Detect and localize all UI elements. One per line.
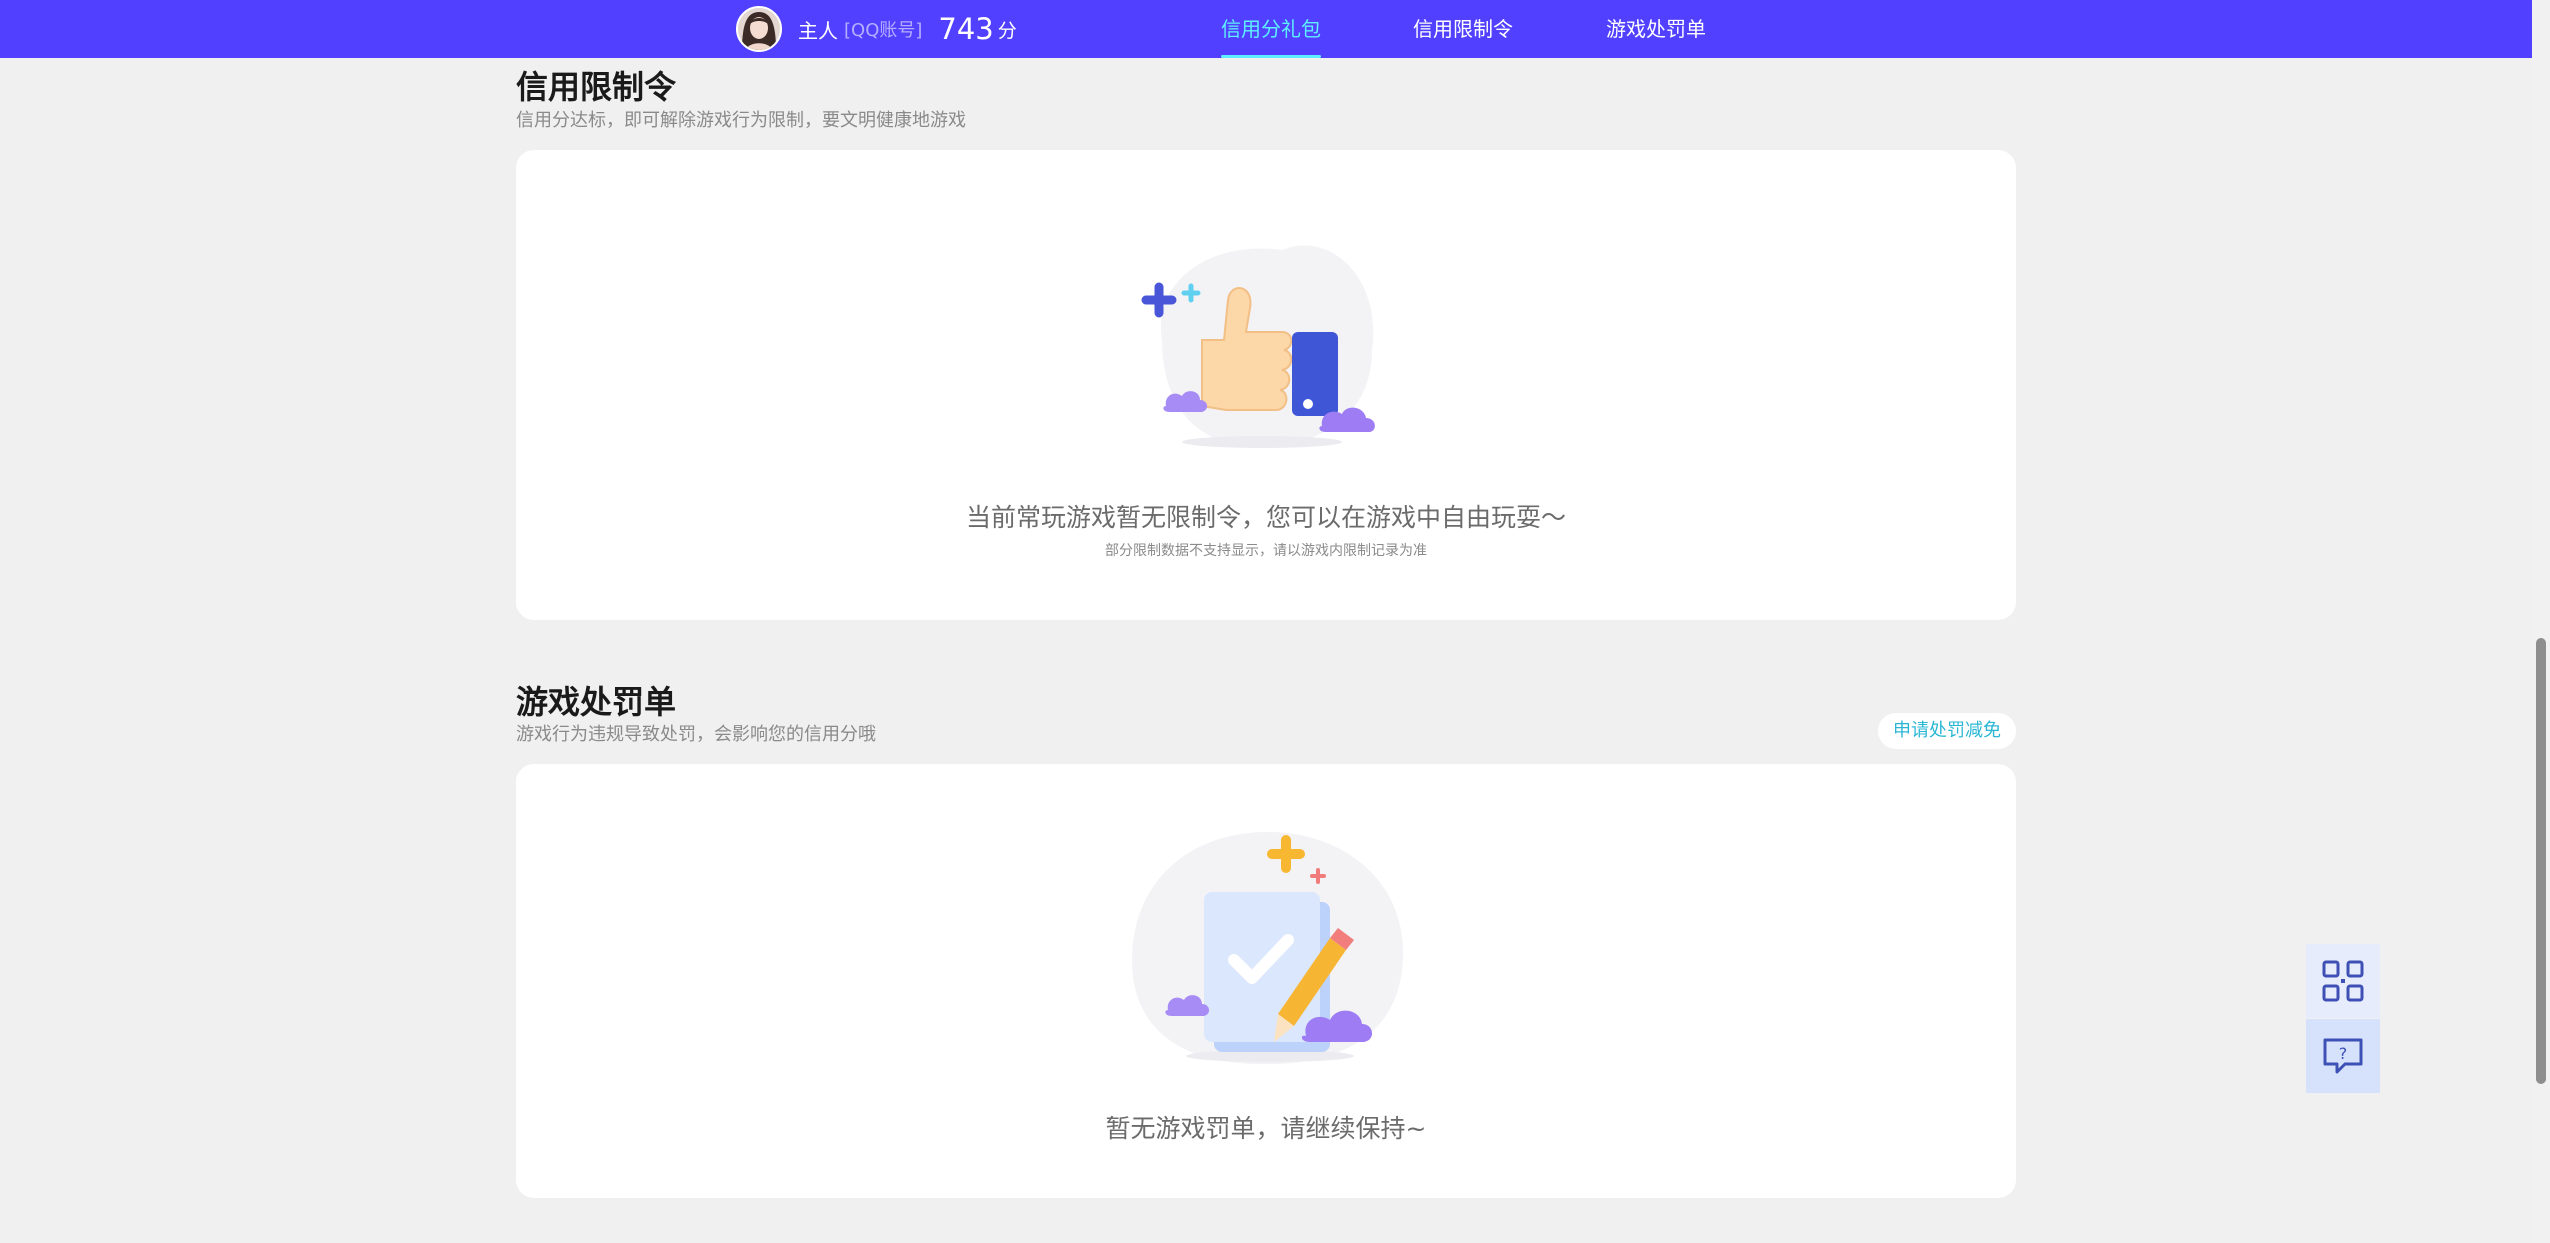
qr-code-icon <box>2322 960 2364 1002</box>
clipboard-pencil-illustration <box>1132 831 1404 1065</box>
user-info: 主人 [QQ账号] 743 分 <box>736 6 1017 52</box>
avatar[interactable] <box>736 6 782 52</box>
appeal-penalty-button[interactable]: 申请处罚减免 <box>1878 713 2016 749</box>
credit-score-unit: 分 <box>997 19 1017 42</box>
credit-score: 743 <box>938 12 994 46</box>
tab-credit-restriction[interactable]: 信用限制令 <box>1413 0 1513 58</box>
penalty-empty-text: 暂无游戏罚单，请继续保持~ <box>1105 1114 1427 1143</box>
restriction-card: 当前常玩游戏暂无限制令，您可以在游戏中自由玩耍～ 部分限制数据不支持显示，请以游… <box>516 150 2016 620</box>
scrollbar-thumb[interactable] <box>2536 638 2546 1084</box>
restriction-section-title: 信用限制令 <box>516 68 677 106</box>
tab-game-penalty[interactable]: 游戏处罚单 <box>1606 0 1706 58</box>
tab-credit-gift[interactable]: 信用分礼包 <box>1221 0 1321 58</box>
help-chat-icon: ? <box>2323 1038 2363 1074</box>
penalty-section-title: 游戏处罚单 <box>516 683 677 721</box>
help-button[interactable]: ? <box>2306 1019 2380 1093</box>
qr-code-button[interactable] <box>2306 944 2380 1018</box>
user-name: 主人 <box>798 18 838 43</box>
penalty-section-desc: 游戏行为违规导致处罚，会影响您的信用分哦 <box>516 724 876 745</box>
penalty-card: 暂无游戏罚单，请继续保持~ <box>516 764 2016 1198</box>
thumbs-up-illustration <box>1141 245 1375 448</box>
restriction-section-desc: 信用分达标，即可解除游戏行为限制，要文明健康地游戏 <box>516 110 966 131</box>
restriction-note-text: 部分限制数据不支持显示，请以游戏内限制记录为准 <box>1105 543 1427 559</box>
top-nav-bar: 主人 [QQ账号] 743 分 信用分礼包 信用限制令 游戏处罚单 <box>0 0 2532 58</box>
restriction-empty-text: 当前常玩游戏暂无限制令，您可以在游戏中自由玩耍～ <box>965 503 1566 532</box>
svg-text:?: ? <box>2339 1044 2348 1063</box>
account-label: [QQ账号] <box>844 20 923 41</box>
